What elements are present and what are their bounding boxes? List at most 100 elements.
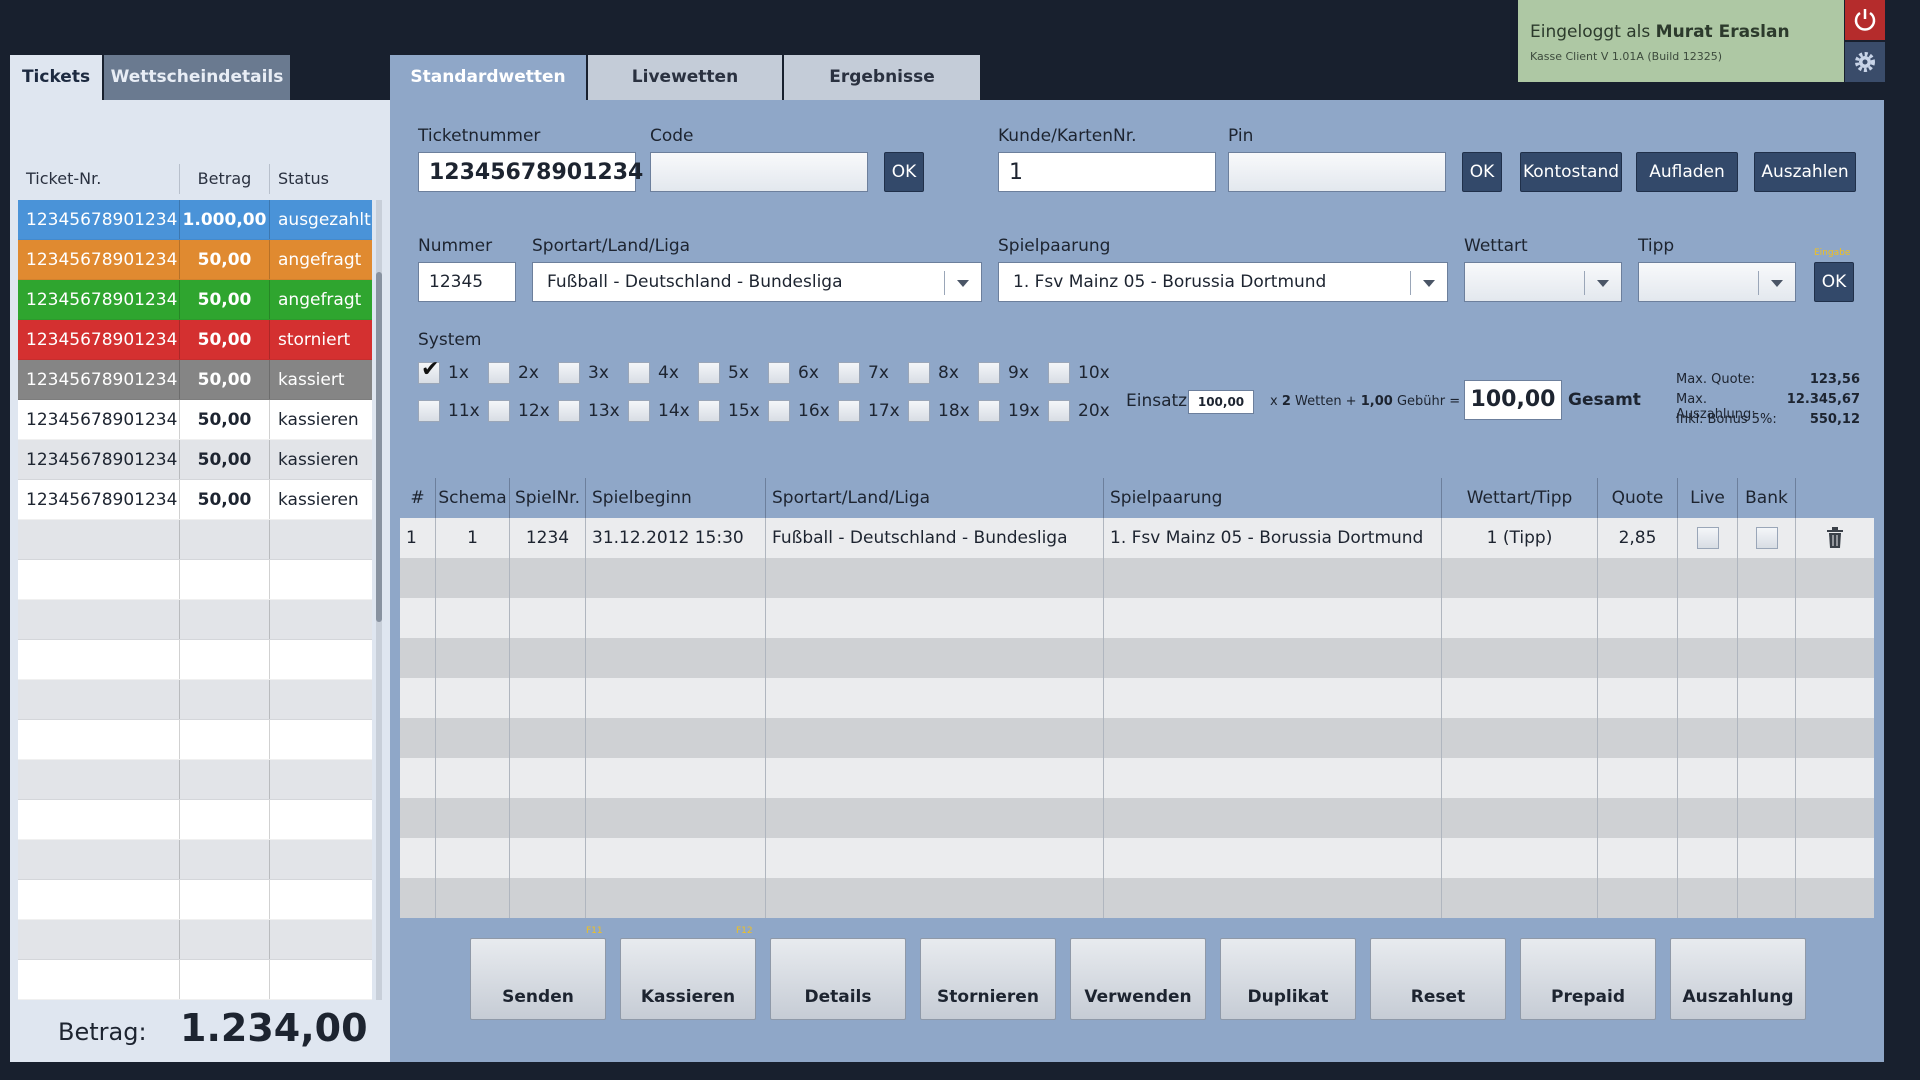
kunde-label: Kunde/KartenNr. [998,126,1137,146]
system-option-15x[interactable]: 15x [698,400,760,422]
ticket-list-scroll-thumb[interactable] [376,272,382,622]
empty-row [18,960,372,1000]
einsatz-input[interactable]: 100,00 [1188,390,1254,414]
system-option-9x[interactable]: 9x [978,362,1029,384]
system-checkbox[interactable] [418,400,440,422]
system-checkbox[interactable] [698,362,720,384]
system-option-16x[interactable]: 16x [768,400,830,422]
code-input[interactable] [650,152,868,192]
bonus: Inkl. Bonus 5%: 550,12 [1676,412,1860,427]
system-option-10x[interactable]: 10x [1048,362,1110,384]
ticket-row[interactable]: 12345678901234 50,00 kassiert [18,360,372,400]
kassieren-button[interactable]: Kassieren [620,938,756,1020]
settings-button[interactable] [1845,42,1885,82]
ticket-status: storniert [278,330,351,350]
ticket-ok-button[interactable]: OK [884,152,924,192]
system-checkbox[interactable] [558,362,580,384]
system-checkbox[interactable] [768,400,790,422]
senden-button[interactable]: Senden [470,938,606,1020]
system-checkbox[interactable] [488,400,510,422]
system-option-17x[interactable]: 17x [838,400,900,422]
live-checkbox[interactable] [1696,527,1719,549]
system-option-1x[interactable]: 1x [418,357,469,384]
kunde-input[interactable]: 1 [998,152,1216,192]
ticket-row[interactable]: 12345678901234 50,00 kassieren [18,400,372,440]
system-option-11x[interactable]: 11x [418,400,480,422]
header-ticket-nr[interactable]: Ticket-Nr. [18,164,180,194]
prepaid-button[interactable]: Prepaid [1520,938,1656,1020]
system-option-8x[interactable]: 8x [908,362,959,384]
trash-icon[interactable] [1826,527,1844,549]
empty-row [18,640,372,680]
ticket-betrag: 1.000,00 [180,200,270,239]
ticket-row[interactable]: 12345678901234 50,00 kassieren [18,440,372,480]
ticket-row[interactable]: 12345678901234 1.000,00 ausgezahlt [18,200,372,240]
system-option-14x[interactable]: 14x [628,400,690,422]
system-checkbox[interactable] [838,362,860,384]
tab-standardwetten[interactable]: Standardwetten [390,55,586,100]
ticket-row[interactable]: 12345678901234 50,00 angefragt [18,280,372,320]
gesamt-label: Gesamt [1568,390,1641,410]
ticket-row[interactable]: 12345678901234 50,00 storniert [18,320,372,360]
system-option-12x[interactable]: 12x [488,400,550,422]
system-checkbox[interactable] [838,400,860,422]
empty-row [18,680,372,720]
sportart-dropdown[interactable]: Fußball - Deutschland - Bundesliga [532,262,982,302]
system-checkbox[interactable] [908,362,930,384]
system-option-2x[interactable]: 2x [488,362,539,384]
system-checkbox[interactable] [698,400,720,422]
tab-wettscheindetails[interactable]: Wettscheindetails [104,55,290,100]
system-option-3x[interactable]: 3x [558,362,609,384]
system-checkbox[interactable] [768,362,790,384]
system-checkbox[interactable] [418,357,440,384]
pin-input[interactable] [1228,152,1446,192]
header-status[interactable]: Status [270,164,372,194]
tipp-dropdown[interactable] [1638,262,1796,302]
auszahlen-button[interactable]: Auszahlen [1754,152,1856,192]
system-checkbox[interactable] [628,362,650,384]
details-button[interactable]: Details [770,938,906,1020]
spielpaarung-dropdown[interactable]: 1. Fsv Mainz 05 - Borussia Dortmund [998,262,1448,302]
nummer-input[interactable]: 12345 [418,262,516,302]
bank-checkbox[interactable] [1755,527,1778,549]
tab-ergebnisse[interactable]: Ergebnisse [784,55,980,100]
system-option-20x[interactable]: 20x [1048,400,1110,422]
sportart-label: Sportart/Land/Liga [532,236,691,256]
tab-tickets[interactable]: Tickets [10,55,102,100]
system-checkbox[interactable] [1048,400,1070,422]
system-checkbox[interactable] [628,400,650,422]
system-checkbox[interactable] [558,400,580,422]
system-checkbox[interactable] [978,362,1000,384]
system-checkbox[interactable] [978,400,1000,422]
reset-button[interactable]: Reset [1370,938,1506,1020]
ticket-nr: 12345678901234 [18,480,180,519]
kontostand-button[interactable]: Kontostand [1520,152,1622,192]
verwenden-button[interactable]: Verwenden [1070,938,1206,1020]
auszahlung-button[interactable]: Auszahlung [1670,938,1806,1020]
system-option-18x[interactable]: 18x [908,400,970,422]
aufladen-button[interactable]: Aufladen [1636,152,1738,192]
power-button[interactable] [1845,0,1885,40]
add-bet-ok-button[interactable]: OK [1814,262,1854,302]
system-option-13x[interactable]: 13x [558,400,620,422]
ticket-row[interactable]: 12345678901234 50,00 angefragt [18,240,372,280]
ticketnummer-input[interactable]: 12345678901234 [418,152,643,192]
system-option-7x[interactable]: 7x [838,362,889,384]
duplikat-button[interactable]: Duplikat [1220,938,1356,1020]
kunde-ok-button[interactable]: OK [1462,152,1502,192]
ticket-status: kassieren [278,410,359,430]
system-option-5x[interactable]: 5x [698,362,749,384]
bet-row[interactable]: 1 1 1234 31.12.2012 15:30 Fußball - Deut… [400,518,1874,558]
ticket-row[interactable]: 12345678901234 50,00 kassieren [18,480,372,520]
system-option-6x[interactable]: 6x [768,362,819,384]
system-checkbox[interactable] [488,362,510,384]
stornieren-button[interactable]: Stornieren [920,938,1056,1020]
wettart-dropdown[interactable] [1464,262,1622,302]
header-betrag[interactable]: Betrag [180,164,270,194]
system-checkbox[interactable] [1048,362,1070,384]
tab-livewetten[interactable]: Livewetten [588,55,782,100]
system-checkbox[interactable] [908,400,930,422]
system-option-4x[interactable]: 4x [628,362,679,384]
system-option-19x[interactable]: 19x [978,400,1040,422]
client-version: Kasse Client V 1.01A (Build 12325) [1530,50,1723,63]
